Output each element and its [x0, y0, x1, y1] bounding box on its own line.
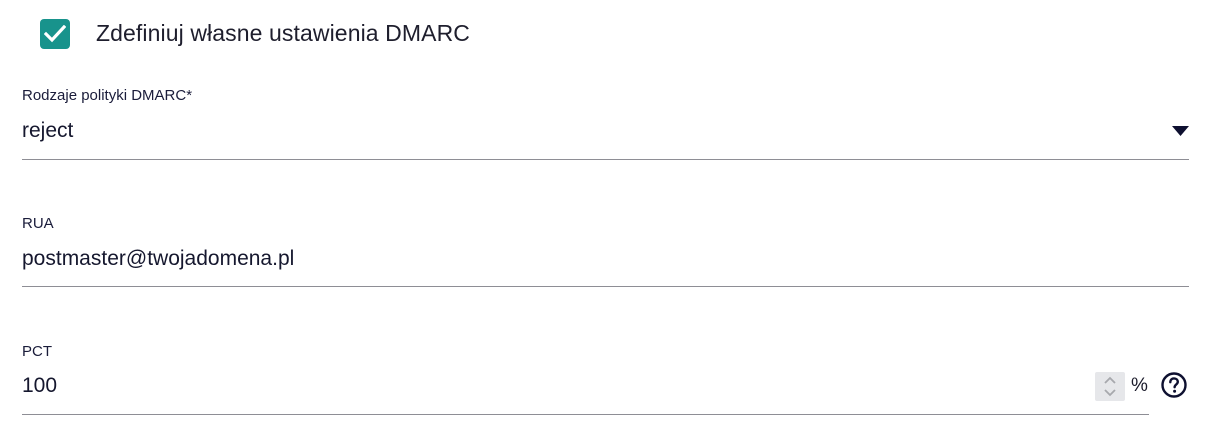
- spinner-icon[interactable]: [1095, 372, 1125, 401]
- checkmark-icon: [44, 24, 66, 42]
- custom-dmarc-checkbox-row[interactable]: Zdefiniuj własne ustawienia DMARC: [40, 18, 470, 49]
- pct-field-label: PCT: [22, 343, 52, 360]
- pct-field-underline: [22, 414, 1149, 415]
- policy-field-label: Rodzaje polityki DMARC*: [22, 87, 193, 104]
- rua-field-underline: [22, 286, 1189, 287]
- pct-unit-label: %: [1131, 375, 1148, 396]
- pct-input[interactable]: 100: [22, 374, 57, 398]
- policy-select-value[interactable]: reject: [22, 119, 73, 143]
- custom-dmarc-checkbox[interactable]: [40, 18, 70, 49]
- rua-field-label: RUA: [22, 215, 54, 232]
- help-icon[interactable]: [1161, 372, 1187, 398]
- policy-field-underline: [22, 159, 1189, 160]
- dropdown-arrow-icon[interactable]: [1172, 126, 1189, 136]
- custom-dmarc-checkbox-label[interactable]: Zdefiniuj własne ustawienia DMARC: [96, 20, 470, 47]
- rua-input[interactable]: postmaster@twojadomena.pl: [22, 247, 294, 271]
